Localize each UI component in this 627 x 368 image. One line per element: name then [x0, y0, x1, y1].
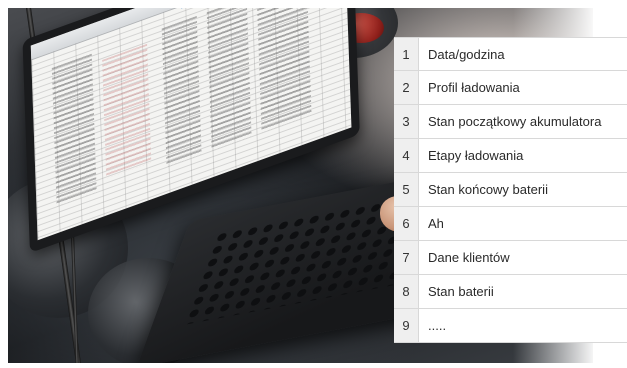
list-item-label: Etapy ładowania [428, 148, 524, 163]
data-fields-list: 1 Data/godzina 2 Profil ładowania 3 Stan… [394, 37, 627, 343]
stage: 1 Data/godzina 2 Profil ładowania 3 Stan… [0, 0, 627, 368]
list-item-number: 1 [394, 38, 419, 70]
list-item: 5 Stan końcowy baterii [394, 173, 627, 207]
spreadsheet-column [161, 15, 202, 167]
list-item-label: Ah [428, 216, 444, 231]
list-item-label: Stan baterii [428, 284, 494, 299]
list-item-label: Stan początkowy akumulatora [428, 114, 602, 129]
list-item: 4 Etapy ładowania [394, 139, 627, 173]
list-item-number: 7 [394, 241, 419, 274]
list-item-label: Data/godzina [428, 46, 505, 62]
list-item-label: ..... [428, 318, 447, 333]
list-item-label: Dane klientów [428, 250, 510, 265]
list-item-label: Stan końcowy baterii [428, 182, 548, 197]
list-item-number: 6 [394, 207, 419, 240]
list-item: 1 Data/godzina [394, 37, 627, 71]
list-item-label: Profil ładowania [428, 80, 520, 95]
list-item-number: 4 [394, 139, 419, 172]
spreadsheet-column [51, 53, 97, 207]
list-item-number: 2 [394, 71, 419, 104]
list-item-number: 5 [394, 173, 419, 206]
list-item: 8 Stan baterii [394, 275, 627, 309]
list-item: 9 ..... [394, 309, 627, 343]
list-item-number: 3 [394, 105, 419, 138]
list-item: 3 Stan początkowy akumulatora [394, 105, 627, 139]
spreadsheet-column [206, 8, 252, 151]
list-item-number: 9 [394, 309, 419, 342]
list-item: 7 Dane klientów [394, 241, 627, 275]
list-item-number: 8 [394, 275, 419, 308]
spreadsheet-column [256, 8, 312, 133]
list-item: 2 Profil ładowania [394, 71, 627, 105]
spreadsheet-column [102, 43, 152, 179]
list-item: 6 Ah [394, 207, 627, 241]
